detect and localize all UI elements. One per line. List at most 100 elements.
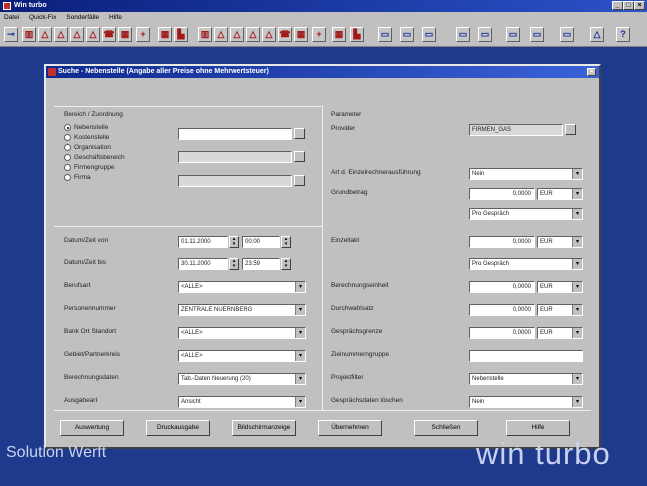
report-icon[interactable]: ▥ <box>22 27 36 42</box>
browse-button[interactable] <box>294 175 305 186</box>
pin-icon[interactable]: ⊸ <box>4 27 18 42</box>
bar-chart-icon[interactable]: ▙ <box>350 27 364 42</box>
grid-icon[interactable]: ▦ <box>158 27 172 42</box>
window-icon[interactable]: ▭ <box>400 27 414 42</box>
chevron-down-icon[interactable]: ▾ <box>572 374 582 384</box>
help-icon[interactable]: ? <box>616 27 630 42</box>
window-icon[interactable]: ▭ <box>456 27 470 42</box>
provider-browse-button[interactable] <box>565 124 576 135</box>
window-icon[interactable]: ▭ <box>506 27 520 42</box>
menu-datei[interactable]: Datei <box>4 14 19 21</box>
radio-firmengruppe[interactable] <box>64 164 71 171</box>
window-icon[interactable]: ▭ <box>530 27 544 42</box>
gespraech-select[interactable]: Nein ▾ <box>469 396 583 408</box>
berufsart-select[interactable]: <ALLE> ▾ <box>178 281 306 293</box>
chart-icon[interactable]: △ <box>246 27 260 42</box>
plus-icon[interactable]: + <box>312 27 326 42</box>
schliessen-button[interactable]: Schließen <box>414 420 478 436</box>
auswertung-button[interactable]: Auswertung <box>60 420 124 436</box>
close-icon[interactable]: × <box>634 1 645 10</box>
window-icon[interactable]: ▭ <box>560 27 574 42</box>
chevron-down-icon[interactable]: ▾ <box>572 282 582 292</box>
berechnungseinheit-input[interactable]: 0,0000 <box>469 281 535 293</box>
unit-select[interactable]: EUR ▾ <box>537 304 583 316</box>
date-from-spinner[interactable]: ▴ ▾ <box>229 236 239 248</box>
window-icon[interactable]: ▭ <box>378 27 392 42</box>
phone-icon[interactable]: ☎ <box>102 27 116 42</box>
browse-button[interactable] <box>294 128 305 139</box>
window-icon[interactable]: ▭ <box>422 27 436 42</box>
chevron-down-icon[interactable]: ▾ <box>572 169 582 179</box>
grid-icon[interactable]: ▦ <box>118 27 132 42</box>
menu-hilfe[interactable]: Hilfe <box>109 14 122 21</box>
date-from-input[interactable]: 01.11.2000 <box>178 236 228 248</box>
browse-button[interactable] <box>294 151 305 162</box>
druckausgabe-button[interactable]: Druckausgabe <box>146 420 210 436</box>
menu-sonderfaelle[interactable]: Sonderfälle <box>66 14 99 21</box>
bereich-input[interactable] <box>178 128 292 140</box>
provider-input[interactable]: FIRMEN_GAS <box>469 124 563 136</box>
zielnummer-input[interactable] <box>469 350 583 362</box>
grundbetrag-input[interactable]: 0,0000 <box>469 188 535 200</box>
chevron-down-icon[interactable]: ▾ <box>295 397 305 407</box>
grundbetrag-per-select[interactable]: Pro Gespräch ▾ <box>469 208 583 220</box>
chevron-down-icon[interactable]: ▾ <box>295 282 305 292</box>
chevron-down-icon[interactable]: ▾ <box>572 328 582 338</box>
phone-icon[interactable]: ☎ <box>278 27 292 42</box>
einzeltakt-input[interactable]: 0,0000 <box>469 236 535 248</box>
chevron-down-icon[interactable]: ▾ <box>572 259 582 269</box>
gespraechsgrenze-input[interactable]: 0,0000 <box>469 327 535 339</box>
date-to-spinner[interactable]: ▴ ▾ <box>229 258 239 270</box>
minimize-icon[interactable]: _ <box>612 1 623 10</box>
personennummer-select[interactable]: ZENTRALE NUERNBERG ▾ <box>178 304 306 316</box>
bereich-input-2[interactable] <box>178 151 292 163</box>
radio-organisation[interactable] <box>64 144 71 151</box>
einzeltakt-unit-select[interactable]: EUR ▾ <box>537 236 583 248</box>
time-to-spinner[interactable]: ▴ ▾ <box>281 258 291 270</box>
chart-icon[interactable]: △ <box>54 27 68 42</box>
radio-nebenstelle[interactable] <box>64 124 71 131</box>
chevron-down-icon[interactable]: ▾ <box>572 305 582 315</box>
unit-select[interactable]: EUR ▾ <box>537 327 583 339</box>
uebernehmen-button[interactable]: Übernehmen <box>318 420 382 436</box>
time-from-spinner[interactable]: ▴ ▾ <box>281 236 291 248</box>
radio-firma[interactable] <box>64 174 71 181</box>
abrechnung-select[interactable]: Nein ▾ <box>469 168 583 180</box>
chart-icon[interactable]: △ <box>38 27 52 42</box>
chevron-down-icon[interactable]: ▾ <box>295 305 305 315</box>
time-from-input[interactable]: 00:00 <box>242 236 280 248</box>
dialog-close-icon[interactable]: × <box>587 68 596 76</box>
chart-icon[interactable]: △ <box>230 27 244 42</box>
radio-geschaeftsbereich[interactable] <box>64 154 71 161</box>
chart-icon[interactable]: △ <box>590 27 604 42</box>
hilfe-button[interactable]: Hilfe <box>506 420 570 436</box>
chevron-down-icon[interactable]: ▾ <box>572 209 582 219</box>
date-to-input[interactable]: 30.11.2000 <box>178 258 228 270</box>
menu-quick-fix[interactable]: Quick-Fix <box>29 14 56 21</box>
chevron-down-icon[interactable]: ▾ <box>572 237 582 247</box>
standort-select[interactable]: <ALLE> ▾ <box>178 327 306 339</box>
chevron-down-icon[interactable]: ▾ <box>572 397 582 407</box>
chevron-down-icon[interactable]: ▾ <box>295 374 305 384</box>
time-to-input[interactable]: 23:59 <box>242 258 280 270</box>
bildschirm-button[interactable]: Bildschirmanzeige <box>232 420 296 436</box>
einzeltakt-per-select[interactable]: Pro Gespräch ▾ <box>469 258 583 270</box>
chart-icon[interactable]: △ <box>214 27 228 42</box>
projekt-select[interactable]: Nebenstelle ▾ <box>469 373 583 385</box>
maximize-icon[interactable]: □ <box>623 1 634 10</box>
window-icon[interactable]: ▭ <box>478 27 492 42</box>
report-icon[interactable]: ▥ <box>198 27 212 42</box>
grundbetrag-unit-select[interactable]: EUR ▾ <box>537 188 583 200</box>
partnerkreis-select[interactable]: <ALLE> ▾ <box>178 350 306 362</box>
grid-icon[interactable]: ▦ <box>332 27 346 42</box>
ausgabeart-select[interactable]: Ansicht ▾ <box>178 396 306 408</box>
chevron-down-icon[interactable]: ▾ <box>295 328 305 338</box>
berechnungsdaten-select[interactable]: Tab.-Daten Neuerung (20) ▾ <box>178 373 306 385</box>
radio-kostenstelle[interactable] <box>64 134 71 141</box>
bar-chart-icon[interactable]: ▙ <box>174 27 188 42</box>
chevron-down-icon[interactable]: ▾ <box>572 189 582 199</box>
chart-icon[interactable]: △ <box>86 27 100 42</box>
grid-icon[interactable]: ▦ <box>294 27 308 42</box>
durchwahlsatz-input[interactable]: 0,0000 <box>469 304 535 316</box>
plus-icon[interactable]: + <box>136 27 150 42</box>
